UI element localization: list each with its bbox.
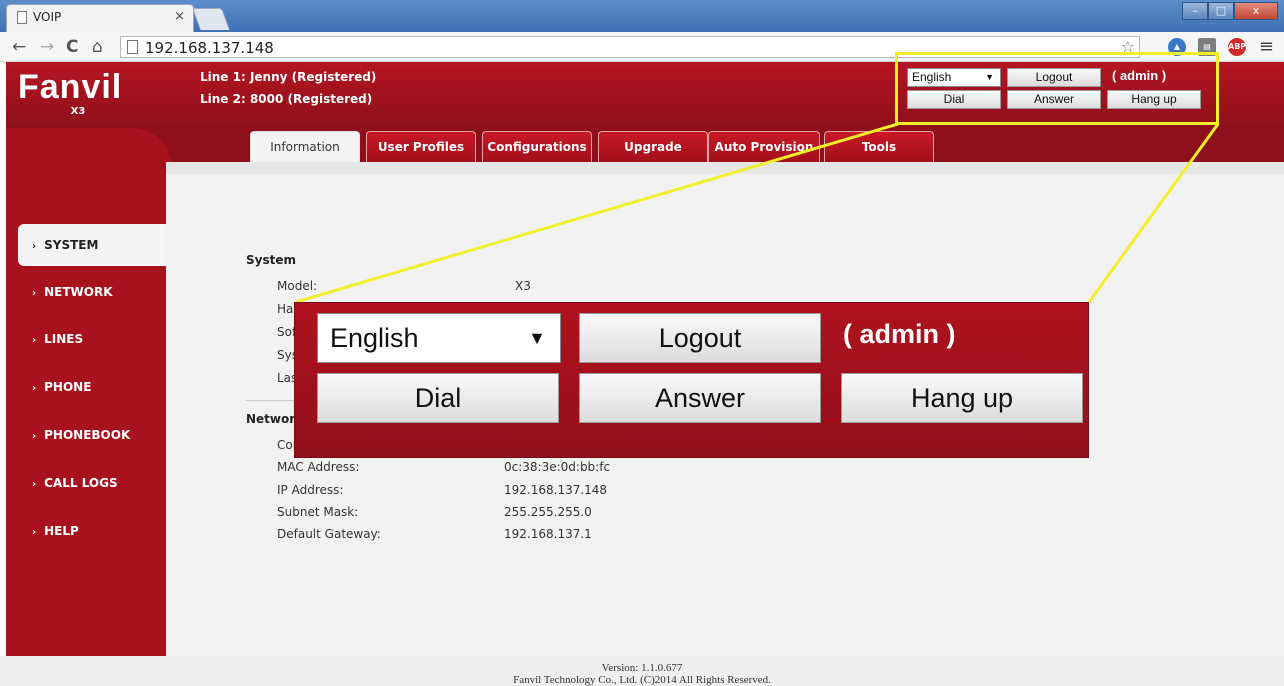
model-badge: X3: [70, 106, 86, 117]
adblock-icon[interactable]: ABP: [1228, 38, 1246, 56]
copyright-text: Fanvil Technology Co., Ltd. (C)2014 All …: [513, 674, 771, 686]
zoomed-controls-panel: English ▼ Logout ( admin ) Dial Answer H…: [294, 302, 1089, 458]
tab-tools[interactable]: Tools: [824, 131, 934, 162]
sidebar-item-label: NETWORK: [44, 285, 113, 299]
tab-upgrade[interactable]: Upgrade: [598, 131, 708, 162]
sidebar-item-phonebook[interactable]: › PHONEBOOK: [6, 414, 166, 456]
minimize-button[interactable]: –: [1182, 2, 1208, 20]
line2-status: Line 2: 8000 (Registered): [200, 92, 373, 106]
back-arrow-icon[interactable]: ←: [12, 37, 26, 57]
page-icon: [127, 40, 138, 54]
chevron-right-icon: ›: [32, 527, 37, 538]
sidebar-item-network[interactable]: › NETWORK: [6, 271, 166, 313]
sidebar-item-phone[interactable]: › PHONE: [6, 366, 166, 408]
tab-configurations[interactable]: Configurations: [482, 131, 592, 162]
sidebar-item-label: LINES: [44, 332, 84, 346]
maximize-button[interactable]: □: [1208, 2, 1234, 20]
url-text: 192.168.137.148: [145, 39, 274, 57]
info-value: 192.168.137.148: [504, 483, 608, 497]
sidebar-item-label: CALL LOGS: [44, 476, 118, 490]
sidebar-item-label: PHONE: [44, 380, 92, 394]
info-value: 192.168.137.1: [504, 527, 592, 541]
chevron-right-icon: ›: [32, 335, 37, 346]
sidebar-item-label: SYSTEM: [44, 238, 99, 252]
tab-information[interactable]: Information: [250, 131, 360, 162]
zoom-language-value: English: [330, 323, 419, 353]
browser-tabstrip: VOIP × – □ x: [0, 0, 1284, 32]
new-tab-button[interactable]: [191, 8, 231, 30]
tab-close-icon[interactable]: ×: [174, 9, 185, 24]
fanvil-logo: Fanvil: [18, 68, 123, 106]
tab-auto-provision[interactable]: Auto Provision: [708, 131, 820, 162]
sidebar-item-lines[interactable]: › LINES: [6, 318, 166, 360]
page-icon: [17, 11, 27, 24]
chevron-right-icon: ›: [32, 288, 37, 299]
info-value: 0c:38:3e:0d:bb:fc: [504, 460, 611, 474]
info-label: Default Gateway:: [277, 527, 381, 541]
menu-icon[interactable]: ≡: [1259, 36, 1274, 57]
info-value: 255.255.255.0: [504, 505, 592, 519]
zoom-highlight-box: [895, 52, 1219, 125]
chevron-right-icon: ›: [32, 241, 37, 252]
window-close-button[interactable]: x: [1234, 2, 1278, 20]
zoom-hangup-button[interactable]: Hang up: [841, 373, 1083, 423]
dropdown-arrow-icon: ▼: [528, 328, 546, 348]
zoom-admin-label: ( admin ): [843, 319, 956, 349]
footer: Version: 1.1.0.677 Fanvil Technology Co.…: [0, 656, 1284, 686]
sidebar-item-system[interactable]: › SYSTEM: [18, 224, 172, 266]
chevron-right-icon: ›: [32, 383, 37, 394]
info-value: X3: [515, 279, 531, 293]
zoom-logout-button[interactable]: Logout: [579, 313, 821, 363]
info-label: MAC Address:: [277, 460, 360, 474]
zoom-dial-button[interactable]: Dial: [317, 373, 559, 423]
zoom-answer-button[interactable]: Answer: [579, 373, 821, 423]
chevron-right-icon: ›: [32, 479, 37, 490]
sidebar-item-label: PHONEBOOK: [44, 428, 131, 442]
browser-tab-title: VOIP: [33, 10, 62, 24]
browser-tab[interactable]: VOIP ×: [6, 4, 194, 32]
sidebar-item-label: HELP: [44, 524, 79, 538]
window-controls: – □ x: [1182, 2, 1278, 20]
network-section-title: Networ: [246, 412, 296, 426]
tab-user-profiles[interactable]: User Profiles: [366, 131, 476, 162]
reload-icon[interactable]: C: [66, 37, 78, 57]
zoom-language-select[interactable]: English ▼: [317, 313, 561, 363]
home-icon[interactable]: ⌂: [92, 37, 103, 57]
info-label: IP Address:: [277, 483, 344, 497]
info-label: Model:: [277, 279, 318, 293]
info-label: Subnet Mask:: [277, 505, 359, 519]
main-tabbar: Information User Profiles Configurations…: [6, 128, 1284, 168]
sidebar-item-call-logs[interactable]: › CALL LOGS: [6, 462, 166, 504]
sidebar: › SYSTEM › NETWORK › LINES › PHONE › PHONEBOO…: [6, 162, 172, 656]
version-text: Version: 1.1.0.677: [601, 662, 683, 674]
line1-status: Line 1: Jenny (Registered): [200, 70, 377, 84]
content-top-strip: [166, 162, 1284, 174]
forward-arrow-icon[interactable]: →: [40, 37, 54, 57]
system-section-title: System: [246, 253, 296, 267]
chevron-right-icon: ›: [32, 431, 37, 442]
sidebar-item-help[interactable]: › HELP: [6, 510, 166, 552]
